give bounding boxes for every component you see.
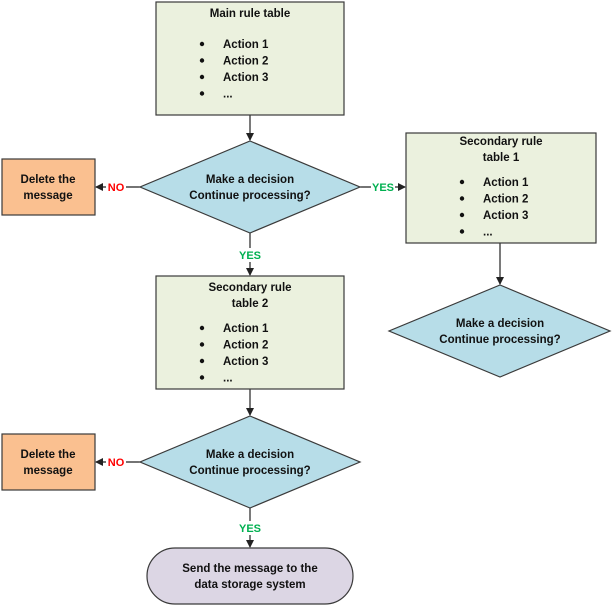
decision-text: Make a decision — [206, 449, 294, 461]
delete-text: Delete the — [21, 174, 76, 186]
decision-text: Make a decision — [456, 318, 544, 330]
terminal-text: data storage system — [194, 579, 305, 591]
decision-text: Make a decision — [206, 174, 294, 186]
action-item: Action 2 — [483, 194, 528, 206]
action-item: ... — [223, 373, 233, 385]
decision-text: Continue processing? — [439, 334, 560, 346]
yes-label-1: YES — [372, 182, 394, 194]
delete-text: message — [23, 465, 72, 477]
action-item: Action 3 — [223, 356, 268, 368]
delete-message-1: Delete the message — [1, 158, 96, 216]
flowchart: NO YES YES NO YES Main rule table Action… — [1, 1, 612, 605]
action-item: Action 1 — [223, 39, 269, 51]
secondary-rule-table-2: Secondary rule table 2 Action 1 Action 2 A… — [155, 275, 345, 390]
yes-label-3: YES — [239, 523, 261, 535]
decision-1: Make a decision Continue processing? — [138, 140, 362, 234]
bullet-icon — [199, 58, 205, 63]
main-rule-table: Main rule table Action 1 Action 2 Action 3… — [155, 1, 345, 116]
bullet-icon — [459, 179, 465, 185]
sec2-title: Secondary rule — [208, 282, 291, 294]
bullet-icon — [199, 91, 205, 96]
terminal-text: Send the message to the — [182, 563, 317, 575]
action-item: Action 1 — [223, 323, 269, 335]
action-item: Action 2 — [223, 56, 268, 68]
bullet-icon — [459, 212, 465, 218]
main-table-title: Main rule table — [210, 8, 291, 20]
bullet-icon — [199, 358, 205, 364]
delete-message-2: Delete the message — [1, 433, 96, 491]
bullet-icon — [199, 41, 205, 47]
bullet-icon — [199, 325, 205, 331]
action-item: ... — [223, 89, 233, 101]
sec2-title: table 2 — [232, 298, 268, 310]
bullet-icon — [459, 196, 465, 201]
decision-2: Make a decision Continue processing? — [138, 415, 362, 509]
delete-text: message — [23, 190, 72, 202]
no-label-1: NO — [108, 182, 125, 194]
action-item: Action 2 — [223, 340, 268, 352]
yes-label-2: YES — [239, 250, 261, 262]
delete-text: Delete the — [21, 449, 76, 461]
sec1-title: Secondary rule — [459, 136, 542, 148]
action-item: ... — [483, 227, 493, 239]
bullet-icon — [199, 74, 205, 80]
decision-text: Continue processing? — [189, 190, 310, 202]
decision-3: Make a decision Continue processing? — [387, 284, 612, 378]
secondary-rule-table-1: Secondary rule table 1 Action 1 Action 2 A… — [405, 132, 597, 244]
no-label-2: NO — [108, 457, 125, 469]
bullet-icon — [199, 375, 205, 380]
bullet-icon — [459, 229, 465, 234]
send-to-storage-terminal: Send the message to the data storage sys… — [146, 547, 354, 605]
action-item: Action 3 — [223, 72, 268, 84]
action-item: Action 3 — [483, 210, 528, 222]
action-item: Action 1 — [483, 177, 529, 189]
sec1-title: table 1 — [483, 152, 520, 164]
decision-text: Continue processing? — [189, 465, 310, 477]
bullet-icon — [199, 342, 205, 347]
